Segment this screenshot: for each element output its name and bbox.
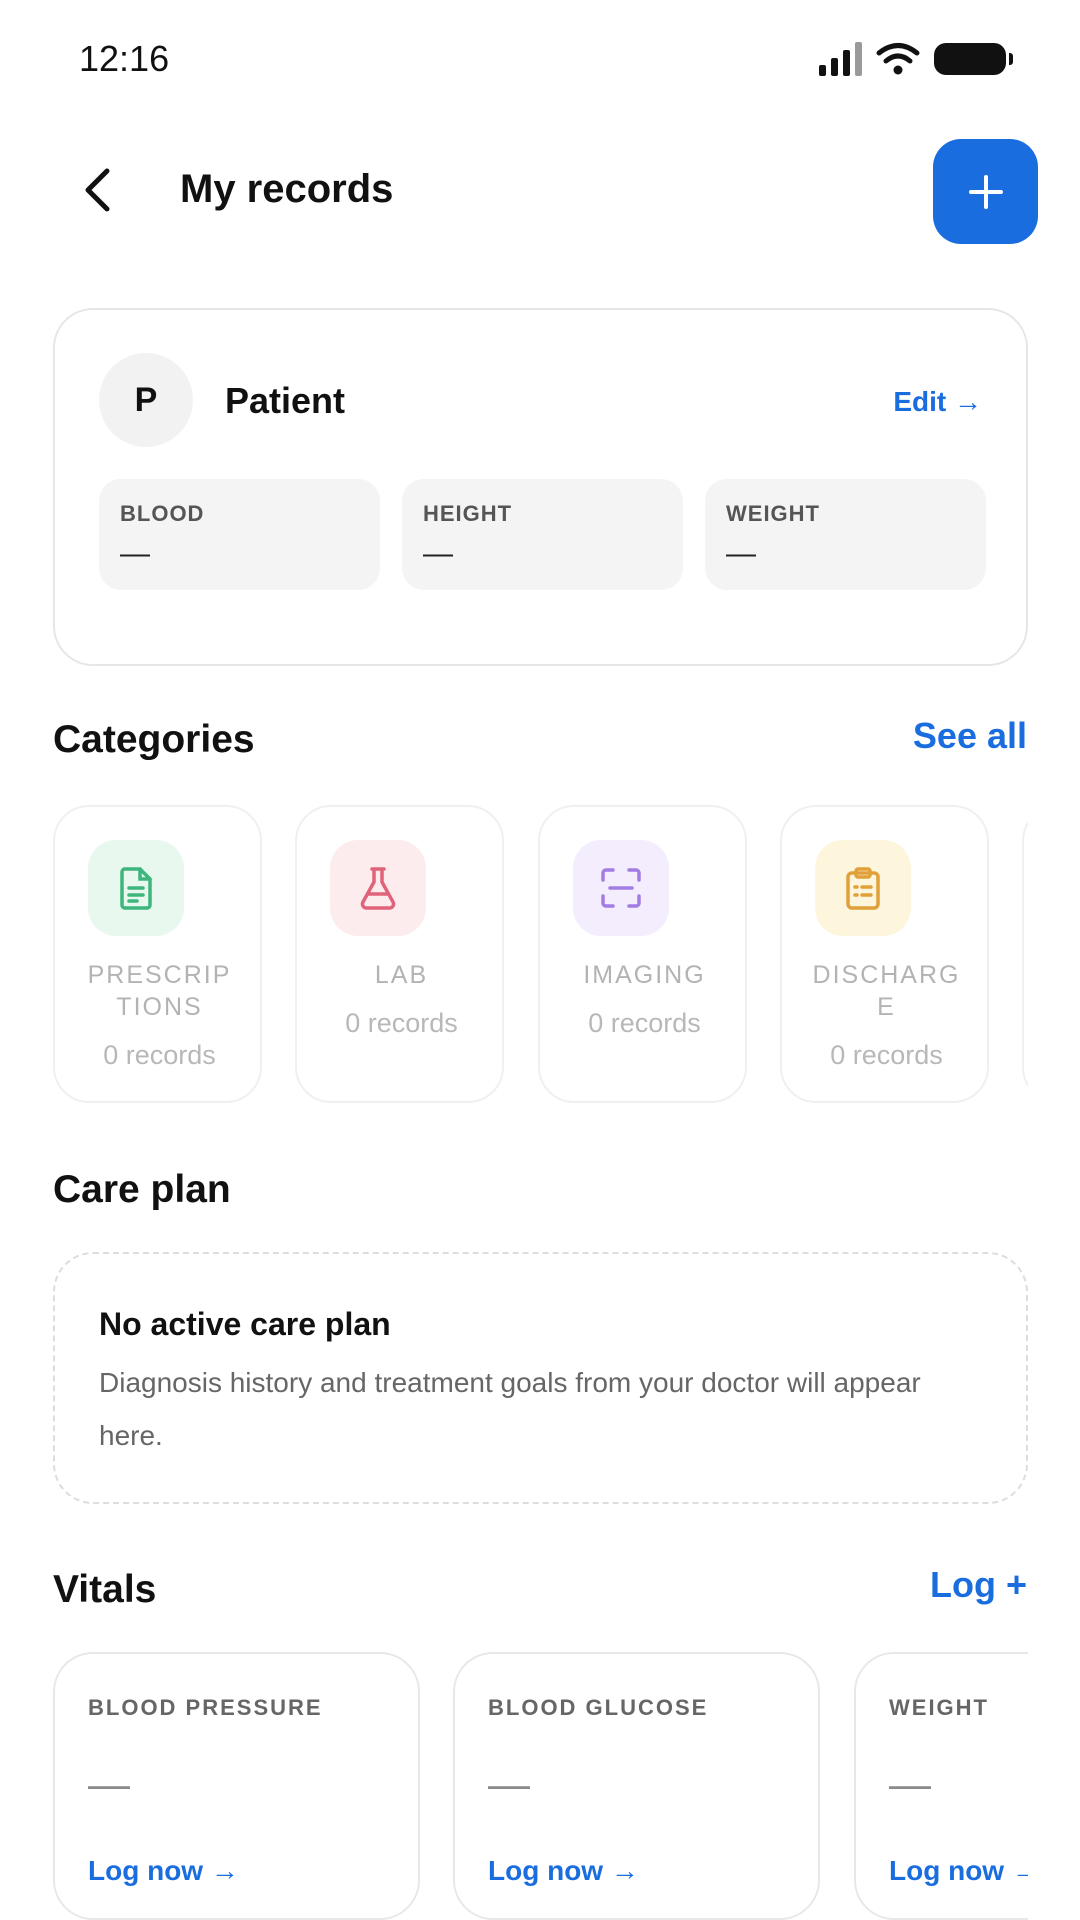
status-icons — [819, 38, 1013, 80]
category-icon-tile — [573, 840, 669, 936]
category-count: 0 records — [588, 1008, 701, 1038]
vital-value: — — [488, 1760, 530, 1807]
category-name: LAB — [374, 961, 429, 989]
status-bar: 12:16 — [0, 0, 1080, 118]
log-now-link[interactable]: Log now → — [88, 1855, 239, 1887]
document-icon — [120, 867, 152, 910]
status-time: 12:16 — [79, 38, 170, 79]
chevron-left-icon — [85, 168, 110, 212]
categories-title: Categories — [53, 718, 255, 761]
category-name: PRESCRIP TIONS — [87, 961, 232, 1021]
category-count: 0 records — [103, 1040, 216, 1070]
vital-value: — — [889, 1760, 931, 1807]
avatar: P — [99, 353, 193, 447]
care-plan-title: Care plan — [53, 1168, 231, 1211]
vital-card-blood-pressure[interactable]: BLOOD PRESSURE — Log now → — [53, 1652, 420, 1920]
category-name: IMAGING — [583, 961, 706, 989]
scan-icon — [601, 868, 641, 908]
category-card-lab[interactable]: LAB 0 records — [295, 805, 504, 1103]
clipboard-icon — [846, 867, 880, 910]
vital-card-blood-glucose[interactable]: BLOOD GLUCOSE — Log now → — [453, 1652, 820, 1920]
category-count: 0 records — [345, 1008, 458, 1038]
cellular-signal-icon — [819, 42, 862, 76]
category-card-prescriptions[interactable]: PRESCRIP TIONS 0 records — [53, 805, 262, 1103]
vital-label: BLOOD PRESSURE — [88, 1695, 323, 1720]
care-plan-empty-title: No active care plan — [99, 1306, 391, 1342]
stat-value: — — [423, 537, 453, 570]
stat-value: — — [120, 537, 150, 570]
patient-card: P Patient Edit → BLOOD — HEIGHT — WEIGHT… — [53, 308, 1028, 666]
stat-value: — — [726, 537, 756, 570]
categories-row: PRESCRIP TIONS 0 records LAB 0 records I… — [53, 805, 1028, 1105]
flask-icon — [360, 867, 396, 910]
vitals-title: Vitals — [53, 1568, 157, 1611]
category-icon-tile — [330, 840, 426, 936]
vital-label: WEIGHT — [889, 1695, 989, 1720]
add-record-button[interactable] — [933, 139, 1038, 244]
category-name: DISCHARG E — [812, 961, 961, 1021]
category-card-imaging[interactable]: IMAGING 0 records — [538, 805, 747, 1103]
plus-icon — [968, 174, 1003, 209]
log-vital-link[interactable]: Log + — [930, 1564, 1027, 1606]
patient-name: Patient — [225, 380, 346, 421]
stat-label: BLOOD — [120, 501, 205, 526]
page-title: My records — [180, 167, 394, 211]
see-all-link[interactable]: See all — [913, 715, 1027, 757]
edit-profile-link[interactable]: Edit → — [893, 386, 982, 418]
category-count: 0 records — [830, 1040, 943, 1070]
vital-label: BLOOD GLUCOSE — [488, 1695, 709, 1720]
stat-tile-blood: BLOOD — — [99, 479, 380, 590]
battery-icon — [934, 43, 1013, 75]
log-now-link[interactable]: Log now → — [488, 1855, 639, 1887]
stat-tile-weight: WEIGHT — — [705, 479, 986, 590]
care-plan-empty-card: No active care plan Diagnosis history an… — [53, 1252, 1028, 1504]
records-screen: 12:16 My records P Patient Edit → BLOOD … — [0, 0, 1080, 1920]
stat-label: HEIGHT — [423, 501, 513, 526]
vital-card-weight[interactable]: WEIGHT — Log now → — [854, 1652, 1028, 1920]
vitals-row: BLOOD PRESSURE — Log now → BLOOD GLUCOSE… — [53, 1652, 1028, 1920]
stat-label: WEIGHT — [726, 501, 820, 526]
category-icon-tile — [88, 840, 184, 936]
log-now-link[interactable]: Log now → — [889, 1855, 1028, 1887]
category-card-discharge[interactable]: DISCHARG E 0 records — [780, 805, 989, 1103]
back-button[interactable] — [72, 165, 122, 215]
wifi-icon — [876, 43, 920, 75]
category-card-more[interactable] — [1022, 805, 1028, 1103]
category-icon-tile — [815, 840, 911, 936]
stat-tile-height: HEIGHT — — [402, 479, 683, 590]
care-plan-empty-description: Diagnosis history and treatment goals fr… — [99, 1367, 921, 1451]
vital-value: — — [88, 1760, 130, 1807]
